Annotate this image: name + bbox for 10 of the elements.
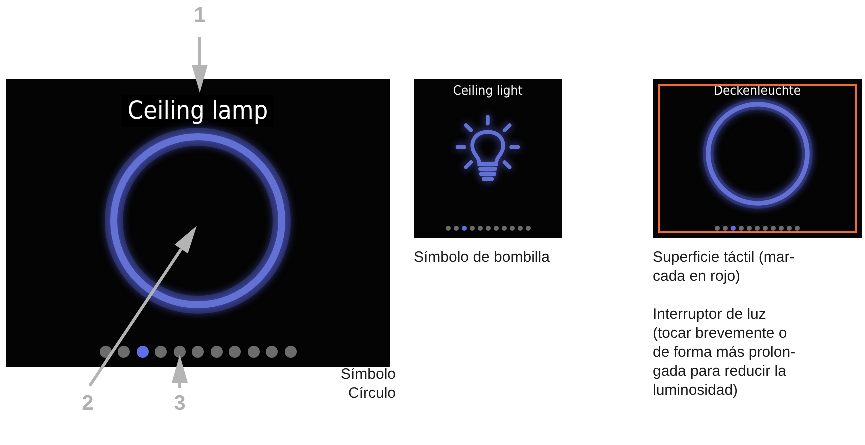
screen-title: Ceiling light (453, 83, 523, 101)
callout-number: 2 (82, 392, 94, 416)
callout-number: 3 (174, 392, 186, 416)
screen-title: Deckenleuchte (714, 83, 802, 101)
screen-title: Ceiling lamp (122, 95, 274, 127)
caption-text: Superficie táctil (mar- cada en rojo) Interruptor de luz (tocar brevemente o de forma más prolon- gada para reducir la luminosidad) (653, 248, 797, 400)
callout-number: 1 (194, 4, 206, 28)
caption-text: Símbolo Círculo (340, 365, 396, 403)
callout-arrow (192, 37, 208, 93)
caption-text: Símbolo de bombilla (414, 248, 551, 267)
